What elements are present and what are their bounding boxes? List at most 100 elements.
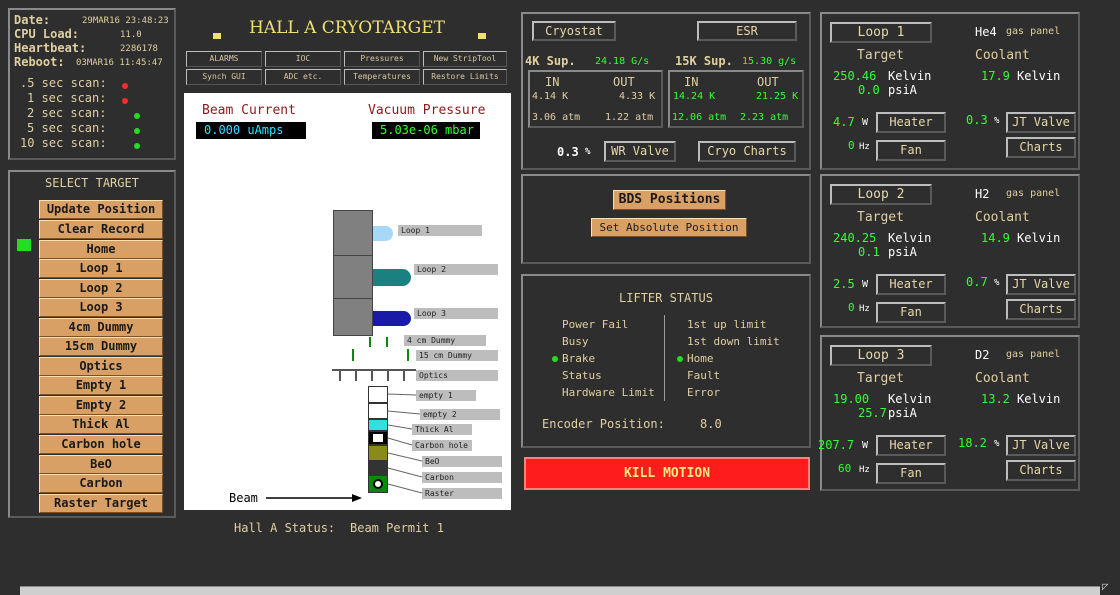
lifter-brake: Brake	[562, 352, 596, 365]
resize-corner-icon: ◸	[1102, 580, 1109, 593]
15k-out-temp: 21.25 K	[756, 91, 799, 102]
target-loop-3-button[interactable]: Loop 3	[39, 298, 163, 317]
loop3-target-label: Target	[857, 371, 904, 386]
loop1-heater-button[interactable]: Heater	[876, 112, 946, 133]
loop2-heater-value: 2.5	[833, 277, 855, 291]
alarms-button[interactable]: ALARMS	[186, 51, 262, 67]
loop3-jt-valve-unit: %	[994, 439, 1000, 449]
encoder-position-value: 8.0	[700, 417, 722, 431]
target-empty-1-button[interactable]: Empty 1	[39, 376, 163, 395]
horizontal-scrollbar[interactable]	[20, 586, 1100, 595]
scan-label: 10 sec scan:	[20, 136, 107, 150]
loop2-target-temp: 240.25	[833, 231, 877, 245]
lifter-home-led	[677, 356, 683, 362]
sup-4k-label: 4K Sup.	[525, 54, 576, 68]
loop2-coolant-temp-unit: Kelvin	[1017, 231, 1061, 245]
loop3-charts-button[interactable]: Charts	[1006, 460, 1076, 481]
loop2-fan-button[interactable]: Fan	[876, 302, 946, 323]
scan-label: 2 sec scan:	[27, 106, 107, 120]
loop1-gas-name: He4	[975, 25, 997, 39]
loop1-fan-button[interactable]: Fan	[876, 140, 946, 161]
loop2-jt-valve-button[interactable]: JT Valve	[1006, 274, 1076, 295]
lifter-status-title: LIFTER STATUS	[619, 291, 713, 305]
restore-limits-button[interactable]: Restore Limits	[423, 69, 507, 85]
synch-gui-button[interactable]: Synch GUI	[186, 69, 262, 85]
loop3-jt-valve-button[interactable]: JT Valve	[1006, 435, 1076, 456]
wr-valve-button[interactable]: WR Valve	[604, 141, 676, 162]
pressures-button[interactable]: Pressures	[344, 51, 420, 67]
bds-positions-button[interactable]: BDS Positions	[613, 190, 726, 210]
adc-etc-button[interactable]: ADC etc.	[265, 69, 341, 85]
loop2-heater-button[interactable]: Heater	[876, 274, 946, 295]
loop2-heater-unit: W	[862, 279, 869, 290]
temperatures-button[interactable]: Temperatures	[344, 69, 420, 85]
set-absolute-position-button[interactable]: Set Absolute Position	[591, 218, 747, 237]
cryo-charts-button[interactable]: Cryo Charts	[698, 141, 796, 162]
lifter-power-fail: Power Fail	[562, 318, 629, 331]
4k-out-label: OUT	[613, 75, 635, 89]
loop1-coolant-label: Coolant	[975, 48, 1030, 63]
loop1-jt-valve-button[interactable]: JT Valve	[1006, 112, 1076, 133]
loop3-heater-button[interactable]: Heater	[876, 435, 946, 456]
loop1-heater-unit: W	[862, 117, 869, 128]
esr-button[interactable]: ESR	[697, 21, 797, 41]
scan-led	[134, 113, 140, 119]
target-loop-1-button[interactable]: Loop 1	[39, 259, 163, 278]
leader-lines	[266, 393, 423, 502]
target-loop-2-button[interactable]: Loop 2	[39, 279, 163, 298]
4k-out-temp: 4.33 K	[619, 91, 656, 102]
target-empty-2-button[interactable]: Empty 2	[39, 396, 163, 415]
kill-motion-button[interactable]: KILL MOTION	[524, 457, 810, 490]
reboot-value: 03MAR16 11:45:47	[76, 58, 163, 68]
loop3-fan-unit: Hz	[859, 465, 870, 475]
ioc-button[interactable]: IOC	[265, 51, 341, 67]
target-beo-button[interactable]: BeO	[39, 455, 163, 474]
scan-label: .5 sec scan:	[20, 76, 107, 90]
loop1-charts-button[interactable]: Charts	[1006, 137, 1076, 158]
target-thick-al-button[interactable]: Thick Al	[39, 415, 163, 434]
loop2-jt-valve-unit: %	[994, 278, 1000, 288]
loop1-button[interactable]: Loop 1	[830, 22, 932, 43]
lifter-divider	[664, 315, 665, 401]
target-raster-target-button[interactable]: Raster Target	[39, 494, 163, 513]
loop3-coolant-label: Coolant	[975, 371, 1030, 386]
lifter-hardware-limit: Hardware Limit	[562, 386, 655, 399]
loop3-coolant-temp-unit: Kelvin	[1017, 392, 1061, 406]
4k-out-press: 1.22 atm	[605, 112, 654, 123]
target-clear-record-button[interactable]: Clear Record	[39, 220, 163, 239]
loop2-fan-unit: Hz	[859, 304, 870, 314]
loop2-button[interactable]: Loop 2	[830, 184, 932, 205]
loop2-target-temp-unit: Kelvin	[888, 231, 932, 245]
lifter-busy: Busy	[562, 335, 589, 348]
date-label: Date:	[14, 13, 51, 27]
loop3-target-temp: 19.00	[833, 392, 870, 406]
loop3-target-temp-unit: Kelvin	[888, 392, 932, 406]
15k-out-press: 2.23 atm	[740, 112, 789, 123]
loop3-heater-value: 207.7	[818, 438, 855, 452]
target-update-position-button[interactable]: Update Position	[39, 200, 163, 219]
cryostat-button[interactable]: Cryostat	[532, 21, 616, 41]
lifter-1st-down-limit: 1st down limit	[687, 335, 780, 348]
sup-15k-value: 15.30 g/s	[742, 56, 797, 67]
target-carbon-button[interactable]: Carbon	[39, 474, 163, 493]
target-15cm-dummy-button[interactable]: 15cm Dummy	[39, 337, 163, 356]
4k-in-press: 3.06 atm	[532, 112, 581, 123]
loop2-charts-button[interactable]: Charts	[1006, 299, 1076, 320]
loop3-fan-button[interactable]: Fan	[876, 463, 946, 484]
wr-valve-unit: %	[585, 147, 591, 157]
loop2-gas-panel-label: gas panel	[1006, 188, 1061, 199]
loop1-target-label: Target	[857, 48, 904, 63]
target-carbon-hole-button[interactable]: Carbon hole	[39, 435, 163, 454]
new-striptool-button[interactable]: New StripTool	[423, 51, 507, 67]
target-home-button[interactable]: Home	[39, 240, 163, 259]
loop2-gas-name: H2	[975, 187, 990, 201]
15k-in-temp: 14.24 K	[673, 91, 716, 102]
cpu-label: CPU Load:	[14, 27, 80, 41]
loop1-coolant-temp-unit: Kelvin	[1017, 69, 1061, 83]
date-value: 29MAR16 23:48:23	[82, 16, 169, 26]
target-optics-button[interactable]: Optics	[39, 357, 163, 376]
lifter-status: Status	[562, 369, 602, 382]
hall-status-value: Beam Permit 1	[350, 521, 444, 535]
target-4cm-dummy-button[interactable]: 4cm Dummy	[39, 318, 163, 337]
loop3-button[interactable]: Loop 3	[830, 345, 932, 366]
